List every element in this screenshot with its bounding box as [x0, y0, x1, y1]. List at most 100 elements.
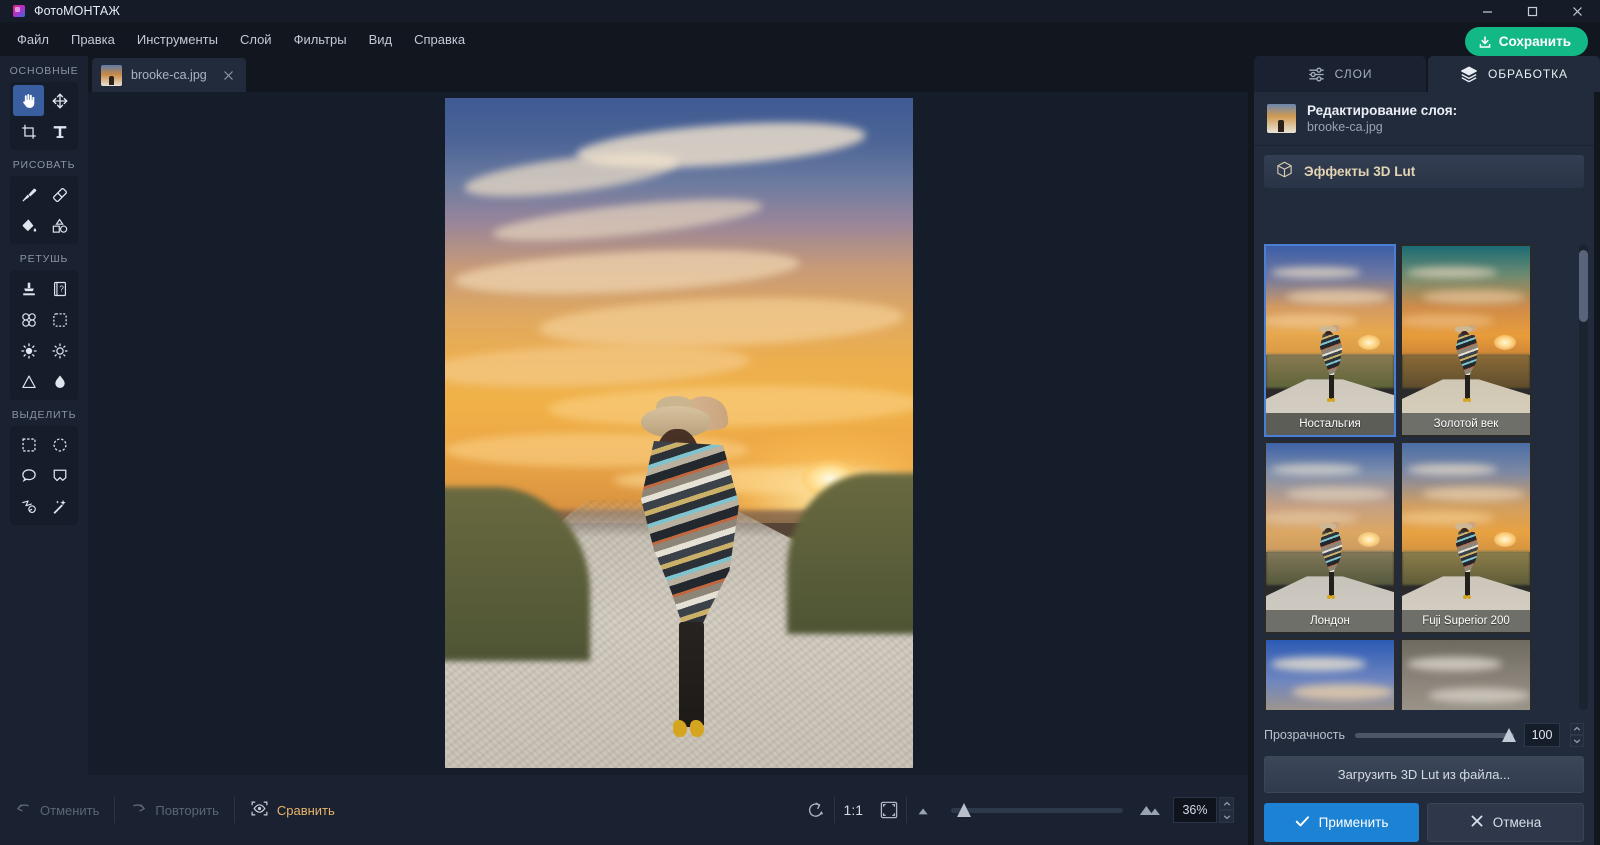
menu-item-view[interactable]: Вид: [358, 27, 404, 52]
undo-icon: [15, 801, 32, 819]
shapes-icon[interactable]: [44, 210, 75, 241]
eraser-icon[interactable]: [44, 179, 75, 210]
magic-wand-icon[interactable]: [44, 491, 75, 522]
opacity-slider[interactable]: [1354, 727, 1516, 742]
crop-icon[interactable]: [13, 116, 44, 147]
cancel-button[interactable]: Отмена: [1427, 803, 1584, 842]
dodge-icon[interactable]: [13, 335, 44, 366]
lut-preset-card[interactable]: Золотой век: [1400, 244, 1532, 437]
brush-icon[interactable]: [13, 179, 44, 210]
sharpen-icon[interactable]: [13, 366, 44, 397]
canvas-image[interactable]: [445, 98, 913, 768]
maximize-icon[interactable]: [1510, 0, 1555, 22]
opacity-label: Прозрачность: [1264, 728, 1345, 742]
status-bar: Отменить Повторить Сравнить 1:1 36%: [0, 775, 1248, 845]
fit-to-screen-icon[interactable]: [872, 793, 906, 827]
tool-group-label-retouch: РЕТУШЬ: [19, 253, 69, 265]
opacity-control: Прозрачность 100: [1264, 720, 1584, 750]
apply-button[interactable]: Применить: [1264, 803, 1419, 842]
rect-select-icon[interactable]: [13, 429, 44, 460]
apply-label: Применить: [1318, 815, 1389, 830]
lut-preview-image: [1402, 640, 1530, 710]
menu-item-file[interactable]: Файл: [6, 27, 60, 52]
menu-item-edit[interactable]: Правка: [60, 27, 126, 52]
zoom-slider-handle[interactable]: [957, 802, 971, 817]
document-tab-strip: brooke-ca.jpg: [88, 56, 1248, 92]
magnetic-lasso-icon[interactable]: [13, 491, 44, 522]
load-3d-lut-button[interactable]: Загрузить 3D Lut из файла...: [1264, 756, 1584, 793]
clone-stamp-icon[interactable]: [13, 273, 44, 304]
panel-action-buttons: Применить Отмена: [1264, 803, 1584, 842]
lut-preset-card[interactable]: Ностальгия: [1264, 244, 1396, 437]
menu-item-help[interactable]: Справка: [403, 27, 476, 52]
close-icon[interactable]: [1555, 0, 1600, 22]
patch-icon[interactable]: ?: [44, 273, 75, 304]
layer-header: Редактирование слоя: brooke-ca.jpg: [1254, 92, 1594, 146]
lut-preset-card[interactable]: [1264, 638, 1396, 710]
content-aware-icon[interactable]: [44, 304, 75, 335]
burn-icon[interactable]: [44, 335, 75, 366]
lut-preset-list[interactable]: Ностальгия Золотой век Лондон Fuji Super…: [1264, 244, 1548, 710]
lut-list-scrollbar[interactable]: [1579, 244, 1588, 710]
layer-header-title: Редактирование слоя:: [1307, 103, 1458, 118]
menu-bar: Файл Правка Инструменты Слой Фильтры Вид…: [0, 22, 1600, 56]
right-panel: СЛОИ ОБРАБОТКА Редактирование слоя: broo…: [1248, 56, 1600, 845]
chevron-down-icon[interactable]: [1219, 810, 1234, 823]
text-icon[interactable]: [44, 116, 75, 147]
polygon-lasso-icon[interactable]: [44, 460, 75, 491]
eye-compare-icon: [250, 800, 269, 820]
paint-bucket-icon[interactable]: [13, 210, 44, 241]
zoom-value[interactable]: 36%: [1173, 797, 1217, 823]
opacity-value[interactable]: 100: [1524, 723, 1560, 747]
move-icon[interactable]: [44, 85, 75, 116]
ellipse-select-icon[interactable]: [44, 429, 75, 460]
hand-icon[interactable]: [13, 85, 44, 116]
chevron-up-icon[interactable]: [1570, 723, 1584, 735]
zoom-out-mountain-icon[interactable]: [907, 793, 941, 827]
tab-layers-label: СЛОИ: [1334, 67, 1373, 81]
minimize-icon[interactable]: [1465, 0, 1510, 22]
app-title: ФотоМОНТАЖ: [34, 4, 120, 18]
redo-icon: [130, 801, 147, 819]
chevron-down-icon[interactable]: [1570, 735, 1584, 747]
canvas-area[interactable]: [88, 92, 1248, 775]
undo-button[interactable]: Отменить: [0, 801, 114, 819]
zoom-slider[interactable]: [951, 802, 1123, 817]
blur-drop-icon[interactable]: [44, 366, 75, 397]
left-toolbar: ОСНОВНЫЕ РИСОВАТЬ РЕТУШЬ ? ВЫДЕЛИТЬ: [0, 56, 88, 845]
tab-layers[interactable]: СЛОИ: [1254, 56, 1426, 92]
document-thumbnail: [101, 64, 122, 86]
redo-label: Повторить: [155, 802, 219, 818]
tool-group-retouch: ?: [10, 270, 78, 400]
tab-processing[interactable]: ОБРАБОТКА: [1428, 56, 1600, 92]
opacity-slider-handle[interactable]: [1502, 727, 1516, 742]
menu-item-filters[interactable]: Фильтры: [283, 27, 358, 52]
rotate-icon[interactable]: [800, 793, 834, 827]
menu-item-tools[interactable]: Инструменты: [126, 27, 229, 52]
tool-group-draw: [10, 176, 78, 244]
lut-preset-label: Fuji Superior 200: [1402, 610, 1530, 632]
zoom-in-mountain-icon[interactable]: [1133, 793, 1167, 827]
lut-preset-card[interactable]: Fuji Superior 200: [1400, 441, 1532, 634]
blemish-remover-icon[interactable]: [13, 304, 44, 335]
zoom-controls: 1:1 36%: [800, 793, 1248, 827]
lut-preset-card[interactable]: Лондон: [1264, 441, 1396, 634]
lasso-icon[interactable]: [13, 460, 44, 491]
section-header-label: Эффекты 3D Lut: [1304, 164, 1416, 179]
chevron-up-icon[interactable]: [1219, 797, 1234, 810]
tool-group-label-draw: РИСОВАТЬ: [12, 159, 76, 171]
tool-group-label-basic: ОСНОВНЫЕ: [9, 65, 79, 77]
scrollbar-thumb[interactable]: [1579, 250, 1588, 322]
lut-preset-card[interactable]: [1400, 638, 1532, 710]
redo-button[interactable]: Повторить: [115, 801, 233, 819]
app-logo-icon: [13, 5, 25, 17]
compare-button[interactable]: Сравнить: [235, 800, 350, 820]
close-icon[interactable]: [220, 66, 238, 84]
save-button[interactable]: Сохранить: [1464, 27, 1588, 56]
zoom-stepper: [1219, 797, 1234, 823]
cube-3d-icon: [1275, 160, 1294, 184]
document-tab[interactable]: brooke-ca.jpg: [92, 58, 246, 92]
zoom-ratio-button[interactable]: 1:1: [835, 802, 872, 818]
lut-preset-label: Золотой век: [1402, 413, 1530, 435]
menu-item-layer[interactable]: Слой: [229, 27, 283, 52]
